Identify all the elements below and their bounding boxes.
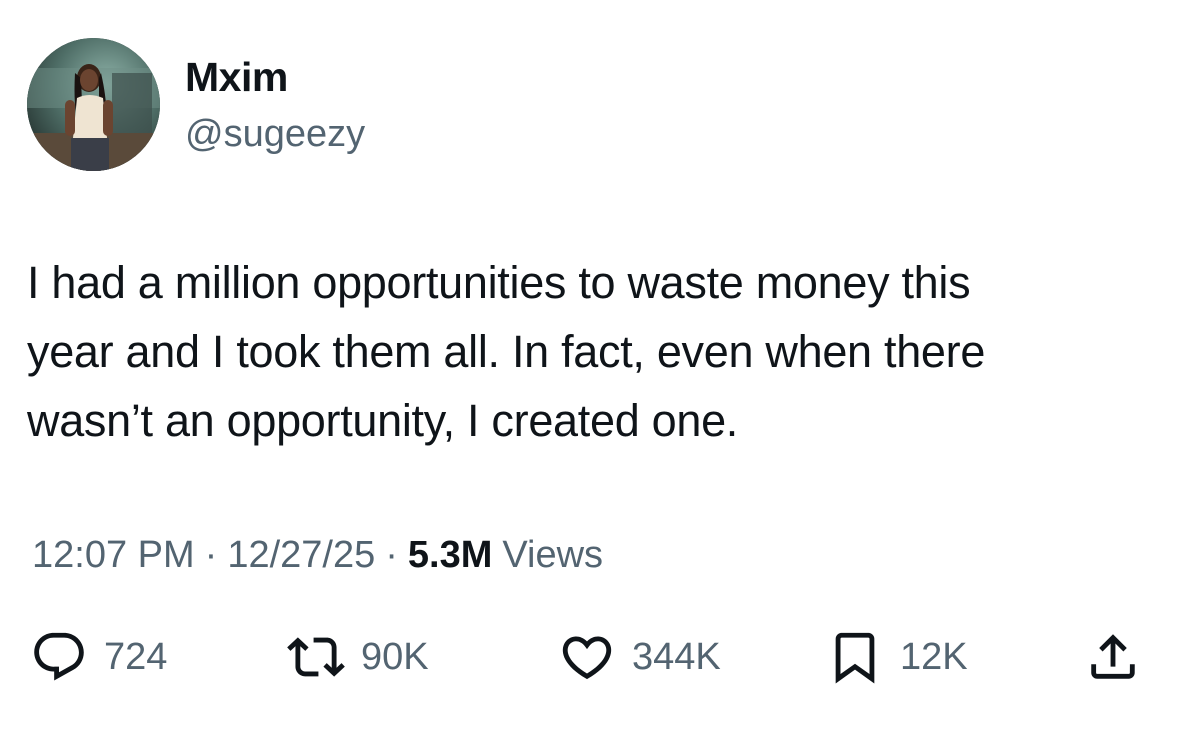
bookmark-icon — [835, 632, 875, 684]
repost-arrows-icon — [287, 637, 345, 677]
meta-separator: · — [385, 534, 398, 576]
views-label: Views — [502, 534, 604, 576]
avatar[interactable] — [27, 38, 160, 171]
share-button[interactable] — [1084, 627, 1142, 687]
tweet-meta: 12:07 PM · 12/27/25 · 5.3M Views — [32, 530, 603, 580]
like-count: 344K — [632, 635, 721, 678]
bookmark-button[interactable]: 12K — [826, 627, 968, 687]
tweet-text-line: year and I took them all. In fact, even … — [27, 326, 986, 377]
meta-separator: · — [204, 534, 218, 576]
repost-count: 90K — [361, 635, 429, 678]
bookmark-count: 12K — [900, 635, 968, 678]
speech-bubble-icon — [34, 632, 84, 681]
avatar-photo-icon — [27, 38, 160, 171]
share-upload-icon — [1091, 634, 1135, 679]
like-button[interactable]: 344K — [558, 627, 721, 687]
user-handle[interactable]: @sugeezy — [185, 110, 365, 158]
tweet-card: Mxim @sugeezy I had a million opportunit… — [0, 0, 1179, 729]
tweet-text-line: wasn’t an opportunity, I created one. — [27, 395, 739, 446]
views-count: 5.3M — [407, 534, 493, 576]
tweet-text: I had a million opportunities to waste m… — [27, 248, 1157, 455]
reply-count: 724 — [104, 635, 168, 678]
tweet-date[interactable]: 12/27/25 — [227, 530, 375, 580]
display-name[interactable]: Mxim — [185, 52, 288, 102]
repost-button[interactable]: 90K — [287, 627, 429, 687]
tweet-text-line: I had a million opportunities to waste m… — [27, 257, 971, 308]
heart-icon — [562, 636, 612, 680]
tweet-time[interactable]: 12:07 PM — [32, 530, 195, 580]
reply-button[interactable]: 724 — [30, 627, 167, 687]
